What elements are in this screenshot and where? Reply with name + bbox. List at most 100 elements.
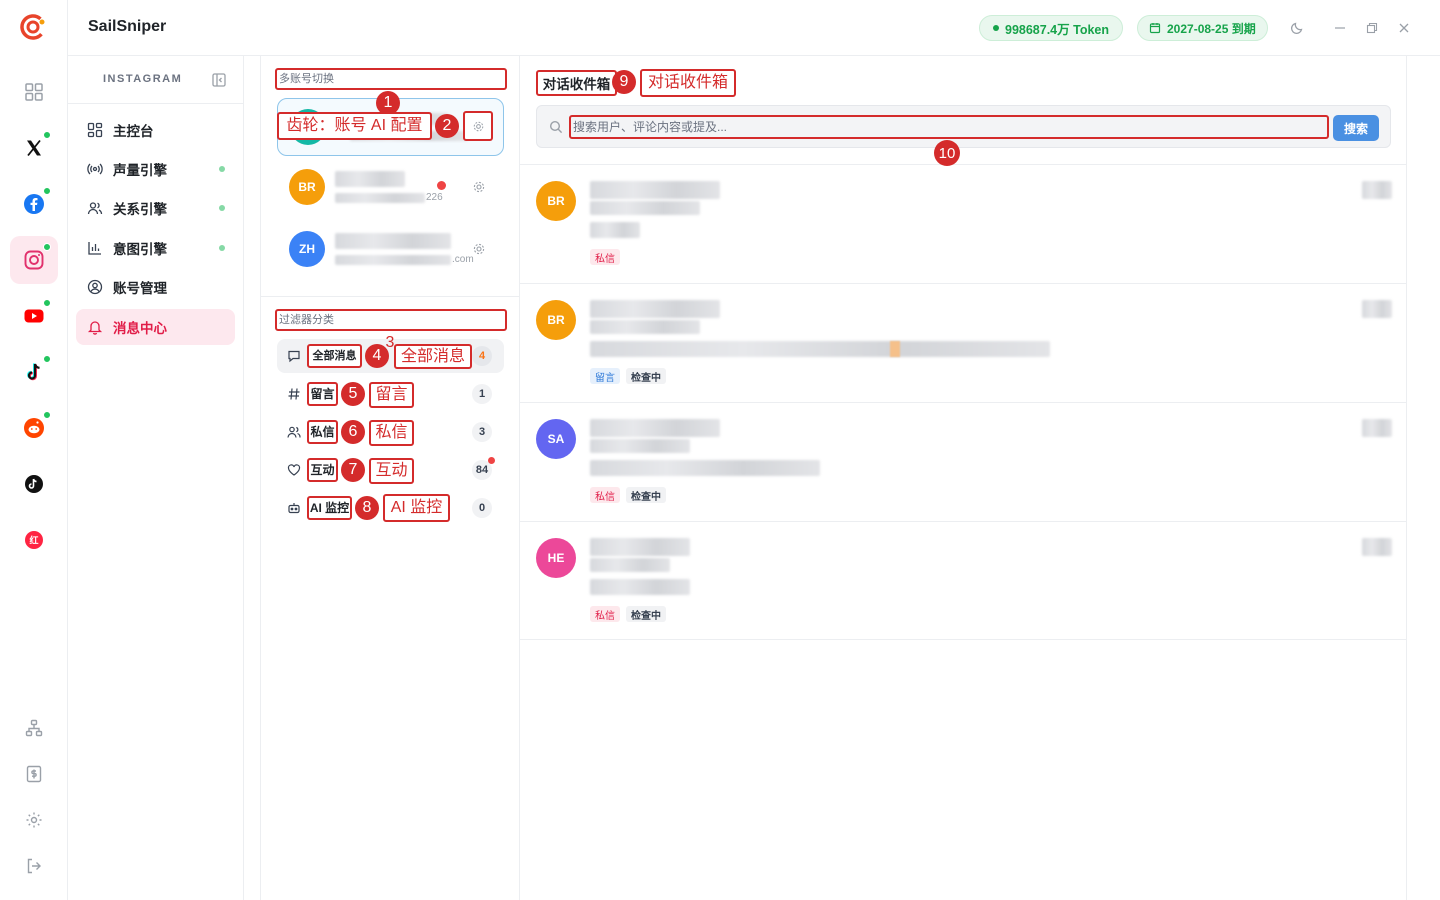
nav-item-message-center[interactable]: 消息中心 bbox=[76, 309, 235, 345]
minimize-icon bbox=[1335, 27, 1345, 29]
message-preview-redacted bbox=[590, 341, 1050, 357]
search-input[interactable]: 搜索用户、评论内容或提及... bbox=[569, 115, 1329, 139]
logout-icon bbox=[27, 858, 41, 874]
avatar: BR bbox=[536, 300, 576, 340]
rail-settings[interactable] bbox=[10, 796, 58, 844]
sidebar-nav: INSTAGRAM 主控台 声量引擎 关系引擎 意图引擎 账号管理 消息中心 bbox=[68, 56, 244, 900]
inbox-title: 对话收件箱 bbox=[536, 70, 617, 96]
annotation-badge: 10 bbox=[934, 140, 960, 166]
annotation-label: 齿轮：账号 AI 配置 bbox=[277, 112, 432, 140]
status-dot bbox=[219, 166, 225, 172]
account-info: .com bbox=[335, 233, 474, 265]
avatar: ZH bbox=[289, 231, 325, 267]
account-info: 226 bbox=[335, 171, 443, 203]
rail-xiaohongshu[interactable]: 红 bbox=[10, 516, 58, 564]
nav-item-label: 声量引擎 bbox=[113, 163, 167, 178]
rail-org[interactable] bbox=[10, 704, 58, 752]
nav-item-account-management[interactable]: 账号管理 bbox=[76, 269, 235, 305]
tag-group: 私信 检查中 bbox=[590, 606, 672, 622]
nav-item-relationship-engine[interactable]: 关系引擎 bbox=[76, 190, 235, 226]
tag-dm: 私信 bbox=[590, 606, 620, 622]
sender-name-redacted bbox=[590, 300, 720, 318]
sender-name-redacted bbox=[590, 419, 720, 437]
conversation-row[interactable]: HE 私信 检查中 bbox=[520, 521, 1407, 640]
rail-threads[interactable] bbox=[10, 460, 58, 508]
sender-handle-redacted bbox=[590, 201, 700, 215]
account-item[interactable]: BR 226 bbox=[277, 158, 504, 216]
annotation-label: 对话收件箱 bbox=[640, 69, 736, 97]
rail-grid[interactable] bbox=[10, 68, 58, 116]
annotation-badge: 6 bbox=[341, 420, 365, 444]
nav-item-intent-engine[interactable]: 意图引擎 bbox=[76, 230, 235, 266]
filter-label-comments: 留言 bbox=[307, 382, 338, 406]
nav-item-label: 账号管理 bbox=[113, 281, 167, 296]
tag-comment: 留言 bbox=[590, 368, 620, 384]
theme-toggle[interactable] bbox=[1287, 18, 1307, 38]
nav-item-label: 意图引擎 bbox=[113, 242, 167, 257]
tag-group: 私信 检查中 bbox=[590, 487, 672, 503]
rail-youtube[interactable] bbox=[10, 292, 58, 340]
conversation-row[interactable]: BR 私信 bbox=[520, 164, 1407, 283]
online-dot bbox=[43, 299, 51, 307]
expiry-badge[interactable]: 2027-08-25 到期 bbox=[1137, 15, 1268, 41]
annotation-badge: 7 bbox=[341, 458, 365, 482]
gear-icon[interactable] bbox=[472, 180, 486, 194]
billing-icon bbox=[26, 765, 42, 783]
conversation-row[interactable]: SA 私信 检查中 bbox=[520, 402, 1407, 521]
annotation-label: AI 监控 bbox=[383, 494, 450, 522]
status-dot bbox=[219, 205, 225, 211]
chat-icon bbox=[288, 350, 300, 363]
rail-billing[interactable] bbox=[10, 750, 58, 798]
threads-icon bbox=[25, 475, 43, 493]
gear-icon[interactable] bbox=[472, 242, 486, 256]
token-balance-badge[interactable]: 998687.4万 Token bbox=[979, 15, 1123, 41]
conversation-row[interactable]: BR 留言 检查中 bbox=[520, 283, 1407, 402]
search-bar: 搜索用户、评论内容或提及... 搜索 bbox=[536, 105, 1391, 148]
sender-handle-redacted bbox=[590, 439, 690, 453]
online-dot bbox=[43, 355, 51, 363]
platform-rail: 红 bbox=[0, 0, 68, 900]
restore-button[interactable] bbox=[1362, 18, 1382, 38]
account-item[interactable]: ZH .com bbox=[277, 220, 504, 278]
nav-item-volume-engine[interactable]: 声量引擎 bbox=[76, 151, 235, 187]
filter-label-all: 全部消息 bbox=[307, 344, 362, 368]
sender-name-redacted bbox=[590, 538, 690, 556]
conversation-inbox: 对话收件箱 搜索用户、评论内容或提及... 搜索 BR 私信 BR 留言 检查中… bbox=[520, 56, 1407, 900]
restore-icon bbox=[1366, 22, 1378, 34]
online-dot bbox=[43, 411, 51, 419]
tag-group: 留言 检查中 bbox=[590, 368, 672, 384]
robot-icon bbox=[288, 503, 300, 514]
rail-logout[interactable] bbox=[10, 842, 58, 890]
sender-name-redacted bbox=[590, 181, 720, 199]
tag-checking: 检查中 bbox=[626, 606, 666, 622]
tag-dm: 私信 bbox=[590, 487, 620, 503]
filter-label-interactions: 互动 bbox=[307, 458, 338, 482]
sitemap-icon bbox=[25, 719, 43, 737]
scroll-rail bbox=[1408, 56, 1440, 900]
avatar: SA bbox=[536, 419, 576, 459]
minimize-button[interactable] bbox=[1330, 18, 1350, 38]
broadcast-icon bbox=[87, 163, 103, 175]
rail-reddit[interactable] bbox=[10, 404, 58, 452]
avatar: BR bbox=[536, 181, 576, 221]
search-button[interactable]: 搜索 bbox=[1333, 115, 1379, 141]
rail-facebook[interactable] bbox=[10, 180, 58, 228]
tag-group: 私信 bbox=[590, 249, 626, 265]
rail-instagram[interactable] bbox=[10, 236, 58, 284]
rail-x[interactable] bbox=[10, 124, 58, 172]
rail-tiktok[interactable] bbox=[10, 348, 58, 396]
collapse-sidebar-icon[interactable] bbox=[211, 72, 227, 88]
x-icon bbox=[27, 139, 41, 157]
filter-count: 3 bbox=[472, 422, 492, 442]
brand-name: SailSniper bbox=[88, 18, 167, 35]
hash-icon bbox=[288, 388, 300, 400]
close-button[interactable] bbox=[1394, 18, 1414, 38]
youtube-icon bbox=[24, 309, 44, 323]
heart-icon bbox=[287, 464, 301, 476]
nav-item-dashboard[interactable]: 主控台 bbox=[76, 112, 235, 148]
gear-icon bbox=[473, 121, 483, 131]
dashboard-icon bbox=[87, 122, 103, 138]
timestamp-redacted bbox=[1362, 419, 1392, 437]
account-email-redacted bbox=[335, 254, 451, 265]
nav-item-label: 消息中心 bbox=[113, 321, 167, 336]
